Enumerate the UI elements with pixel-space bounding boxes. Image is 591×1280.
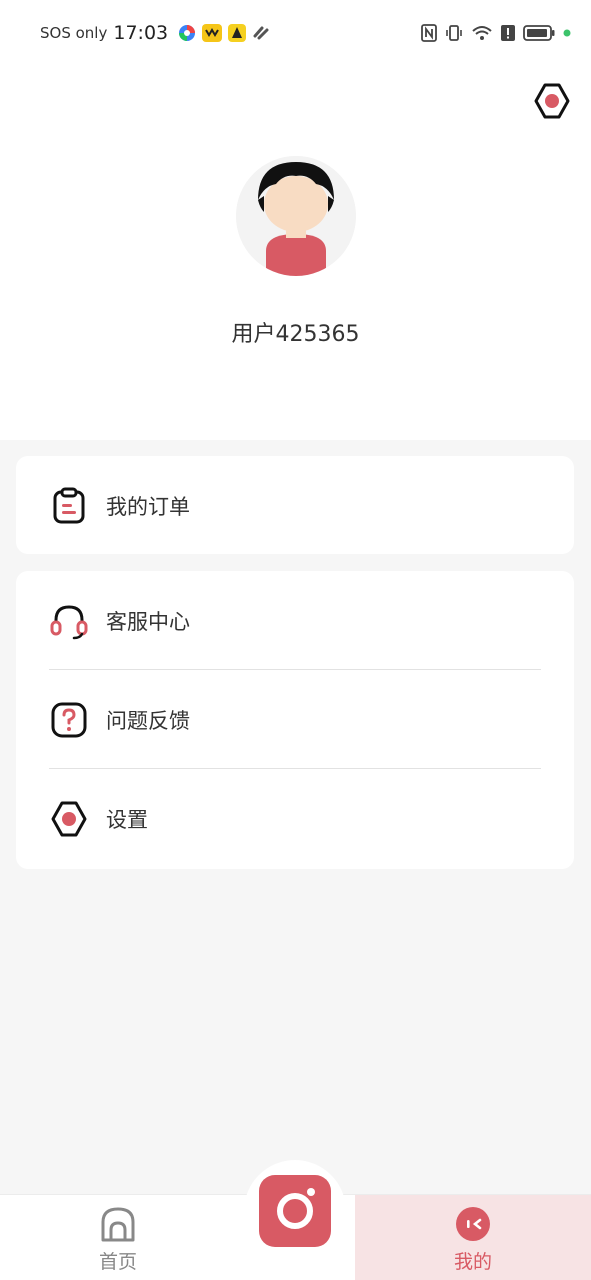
menu-item-customer-service[interactable]: 客服中心 (16, 571, 574, 670)
menu-item-settings[interactable]: 设置 (16, 769, 574, 868)
vibrate-icon (445, 24, 463, 42)
camera-button[interactable] (244, 1160, 346, 1262)
headset-icon (50, 602, 88, 640)
status-bar: SOS only 17:03 (0, 0, 591, 66)
alert-icon (501, 24, 515, 42)
avatar-illustration (236, 156, 356, 276)
avatar[interactable] (236, 156, 356, 276)
services-card: 客服中心 问题反馈 设置 (16, 571, 574, 869)
user-face-icon (454, 1205, 492, 1243)
camera-button-body (259, 1175, 331, 1247)
app-notification-icon (252, 24, 270, 42)
app-notification-icon (202, 24, 223, 42)
home-icon (99, 1205, 137, 1243)
privacy-dot-icon (563, 29, 571, 37)
tab-mine[interactable]: 我的 (355, 1195, 591, 1280)
gear-icon (533, 82, 571, 124)
clock: 17:03 (113, 22, 169, 44)
camera-icon (267, 1181, 323, 1241)
menu-item-label: 问题反馈 (106, 708, 190, 733)
menu-item-label: 设置 (106, 807, 148, 832)
tab-label: 首页 (98, 1251, 137, 1273)
status-right (421, 24, 571, 42)
menu-item-feedback[interactable]: 问题反馈 (16, 670, 574, 769)
question-icon (50, 701, 88, 739)
nfc-icon (421, 24, 437, 42)
carrier-text: SOS only (40, 24, 108, 42)
menu-item-label: 客服中心 (106, 609, 190, 634)
clipboard-icon (50, 487, 88, 525)
app-notification-icon (178, 24, 196, 42)
menu-item-orders[interactable]: 我的订单 (16, 456, 574, 555)
battery-icon (523, 24, 555, 42)
wifi-icon (471, 24, 493, 42)
tab-label: 我的 (453, 1251, 492, 1273)
profile-screen: SOS only 17:03 用户425365 我的订单 客服中心 问题反馈 设… (0, 0, 591, 1280)
username: 用户425365 (231, 322, 360, 347)
orders-card: 我的订单 (16, 456, 574, 554)
tab-home[interactable]: 首页 (0, 1195, 236, 1280)
gear-icon (50, 800, 88, 838)
app-notification-icon (228, 24, 247, 42)
settings-button[interactable] (533, 82, 571, 124)
menu-item-label: 我的订单 (106, 494, 190, 519)
status-left: SOS only 17:03 (40, 22, 270, 44)
profile-header: 用户425365 (0, 66, 591, 440)
